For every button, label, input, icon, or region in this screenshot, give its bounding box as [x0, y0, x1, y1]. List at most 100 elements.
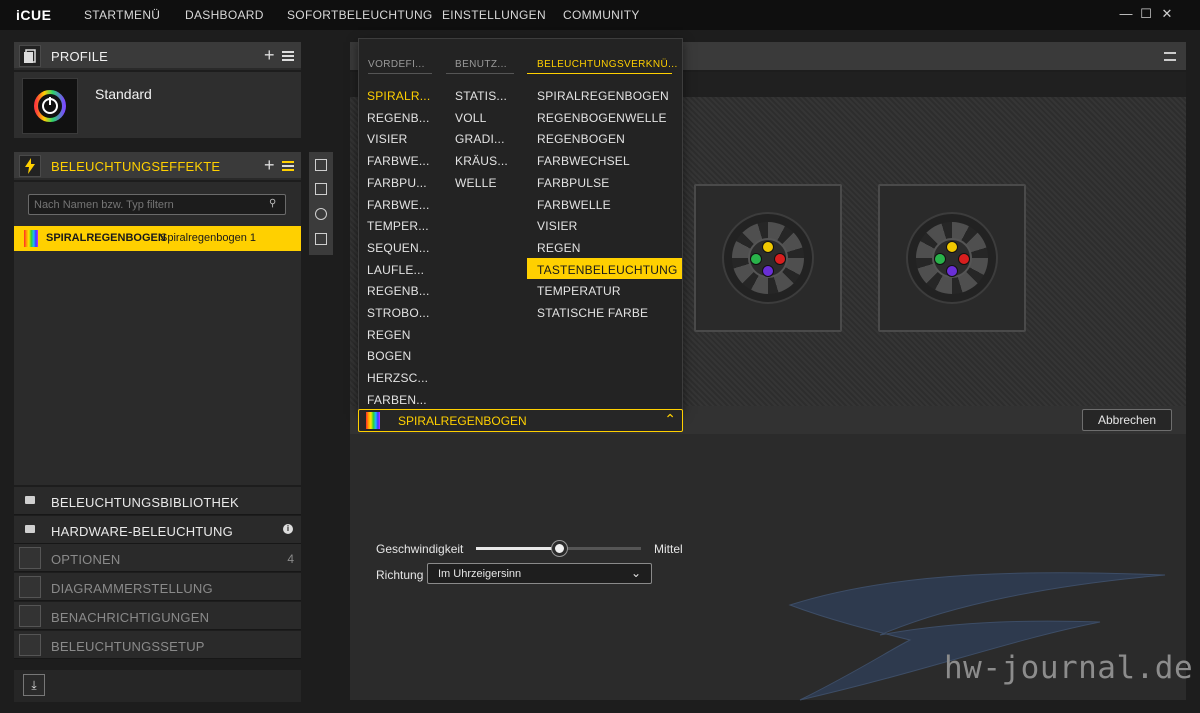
speed-label: Geschwindigkeit: [376, 542, 464, 556]
led-yellow[interactable]: [946, 241, 958, 253]
menu-label: OPTIONEN: [51, 552, 121, 567]
top-bar: iCUE STARTMENÜ DASHBOARD SOFORTBELEUCHTU…: [0, 0, 1200, 30]
menu-label: BELEUCHTUNGSSETUP: [51, 639, 205, 654]
fan-device-1[interactable]: [694, 184, 842, 332]
dropdown-item[interactable]: FARBEN...: [367, 393, 427, 407]
app-logo: iCUE: [16, 7, 52, 23]
cancel-button[interactable]: Abbrechen: [1082, 409, 1172, 431]
dropdown-item[interactable]: SPIRALREGENBOGEN: [537, 89, 669, 103]
dropdown-item[interactable]: VOLL: [455, 111, 487, 125]
profile-icon: [19, 45, 41, 67]
dropdown-item[interactable]: HERZSC...: [367, 371, 428, 385]
download-icon[interactable]: ⤓: [23, 674, 45, 696]
dropdown-item[interactable]: REGENBOGEN: [537, 132, 625, 146]
fan-device-2[interactable]: [878, 184, 1026, 332]
led-red[interactable]: [774, 253, 786, 265]
trash-icon[interactable]: [315, 233, 327, 245]
dropdown-item[interactable]: REGENBOGENWELLE: [537, 111, 667, 125]
dropdown-item[interactable]: STATIS...: [455, 89, 507, 103]
info-icon[interactable]: i: [283, 524, 293, 534]
dropdown-item[interactable]: REGEN: [537, 241, 581, 255]
rainbow-swatch-icon: [366, 412, 380, 429]
menu-beleuchtungssetup[interactable]: BELEUCHTUNGSSETUP: [14, 631, 301, 659]
dropdown-item[interactable]: FARBWELLE: [537, 198, 611, 212]
dropdown-item[interactable]: FARBPU...: [367, 176, 427, 190]
filter-input[interactable]: [28, 194, 286, 215]
effects-list: ⚲ SPIRALREGENBOGEN Spiralregenbogen 1: [14, 182, 301, 485]
dropdown-item[interactable]: WELLE: [455, 176, 497, 190]
speed-slider-knob[interactable]: [551, 541, 567, 556]
profile-item[interactable]: Standard: [14, 72, 301, 138]
options-count: 4: [287, 552, 294, 566]
effects-menu-icon[interactable]: [282, 161, 294, 171]
minimize-button[interactable]: —: [1119, 6, 1133, 22]
dropdown-item[interactable]: LAUFLE...: [367, 263, 424, 277]
dropdown-item[interactable]: FARBWECHSEL: [537, 154, 630, 168]
dropdown-item[interactable]: TEMPER...: [367, 219, 429, 233]
dropdown-item[interactable]: STROBO...: [367, 306, 429, 320]
dropdown-item[interactable]: REGENB...: [367, 111, 429, 125]
dropdown-item[interactable]: TEMPERATUR: [537, 284, 621, 298]
led-green[interactable]: [934, 253, 946, 265]
direction-select[interactable]: Im Uhrzeigersinn ⌄: [427, 563, 652, 584]
column-header-verknuepfung[interactable]: BELEUCHTUNGSVERKNÜ...: [537, 59, 678, 70]
menu-hardware-beleuchtung[interactable]: HARDWARE-BELEUCHTUNG i: [14, 516, 301, 544]
copy-icon[interactable]: [315, 159, 327, 171]
led-purple[interactable]: [762, 265, 774, 277]
folder-icon: [25, 496, 35, 504]
effect-type-select[interactable]: SPIRALREGENBOGEN ⌃: [358, 409, 683, 432]
chevron-up-icon: ⌃: [664, 411, 676, 427]
menu-optionen[interactable]: OPTIONEN 4: [14, 544, 301, 572]
divider: [446, 73, 514, 74]
effect-tools: [309, 152, 333, 255]
maximize-button[interactable]: ☐: [1139, 6, 1153, 22]
nav-einstellungen[interactable]: EINSTELLUNGEN: [442, 8, 546, 22]
selected-effect: SPIRALREGENBOGEN: [398, 414, 527, 428]
nav-sofortbeleuchtung[interactable]: SOFORTBELEUCHTUNG: [287, 8, 433, 22]
nav-startmenu[interactable]: STARTMENÜ: [84, 8, 160, 22]
add-profile-icon[interactable]: +: [264, 45, 275, 66]
menu-beleuchtungsbibliothek[interactable]: BELEUCHTUNGSBIBLIOTHEK: [14, 487, 301, 515]
column-header-vordefiniert[interactable]: VORDEFI...: [368, 59, 425, 70]
add-effect-icon[interactable]: +: [264, 155, 275, 176]
dropdown-item[interactable]: FARBPULSE: [537, 176, 610, 190]
dropdown-item[interactable]: SEQUEN...: [367, 241, 429, 255]
dropdown-item[interactable]: VISIER: [537, 219, 578, 233]
dropdown-item[interactable]: KRÄUS...: [455, 154, 508, 168]
dropdown-item[interactable]: GRADI...: [455, 132, 505, 146]
nav-community[interactable]: COMMUNITY: [563, 8, 640, 22]
menu-diagrammerstellung[interactable]: DIAGRAMMERSTELLUNG: [14, 573, 301, 601]
dropdown-item[interactable]: REGENB...: [367, 284, 429, 298]
menu-icon[interactable]: [1164, 52, 1176, 61]
tools-icon: [19, 634, 41, 656]
dropdown-item[interactable]: TASTENBELEUCHTUNG: [537, 263, 678, 277]
effect-item-spiralregenbogen[interactable]: SPIRALREGENBOGEN Spiralregenbogen 1: [14, 226, 301, 251]
led-yellow[interactable]: [762, 241, 774, 253]
profile-header: PROFILE +: [14, 42, 301, 70]
column-header-benutzer[interactable]: BENUTZ...: [455, 59, 507, 70]
search-icon[interactable]: ⚲: [269, 198, 276, 209]
dropdown-item[interactable]: FARBWE...: [367, 198, 429, 212]
layer-icon[interactable]: [315, 208, 327, 220]
dropdown-item[interactable]: FARBWE...: [367, 154, 429, 168]
hardware-icon: [25, 525, 35, 533]
dropdown-item[interactable]: REGEN: [367, 328, 411, 342]
led-purple[interactable]: [946, 265, 958, 277]
led-red[interactable]: [958, 253, 970, 265]
close-button[interactable]: ✕: [1160, 6, 1174, 22]
rainbow-swatch-icon: [24, 230, 38, 247]
effect-sub: Spiralregenbogen 1: [160, 232, 257, 244]
paste-icon[interactable]: [315, 183, 327, 195]
dropdown-item[interactable]: STATISCHE FARBE: [537, 306, 648, 320]
effects-title: BELEUCHTUNGSEFFEKTE: [51, 159, 221, 174]
speed-slider-fill: [476, 547, 559, 550]
profile-menu-icon[interactable]: [282, 51, 294, 61]
menu-label: HARDWARE-BELEUCHTUNG: [51, 524, 233, 539]
nav-dashboard[interactable]: DASHBOARD: [185, 8, 264, 22]
menu-benachrichtigungen[interactable]: BENACHRICHTIGUNGEN: [14, 602, 301, 630]
lightning-icon: [19, 155, 41, 177]
led-green[interactable]: [750, 253, 762, 265]
dropdown-item[interactable]: BOGEN: [367, 349, 411, 363]
dropdown-item[interactable]: VISIER: [367, 132, 408, 146]
dropdown-item[interactable]: SPIRALR...: [367, 89, 430, 103]
